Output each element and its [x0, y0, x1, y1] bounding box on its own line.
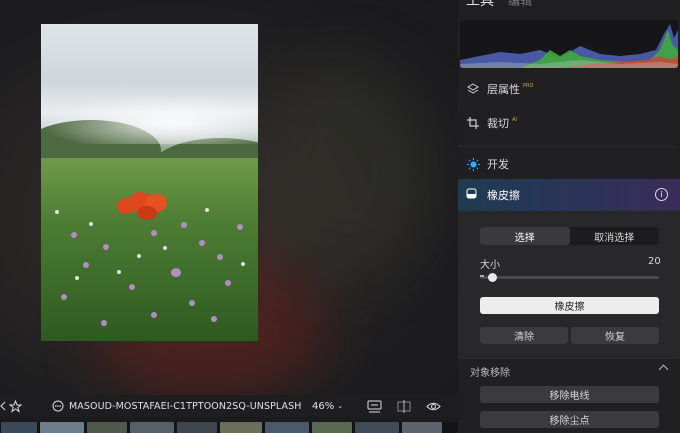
divider: [458, 146, 676, 147]
filmstrip-thumbnail[interactable]: [265, 422, 309, 433]
filmstrip-thumbnail[interactable]: [130, 422, 174, 433]
eye-icon[interactable]: [426, 395, 441, 417]
info-icon[interactable]: i: [655, 188, 668, 201]
histogram: [460, 20, 678, 68]
remove-dust-button[interactable]: 移除尘点: [480, 411, 659, 428]
filmstrip-thumbnail[interactable]: [1, 422, 37, 433]
selection-mode-toggle: 选择 取消选择: [480, 227, 659, 245]
slider-handle[interactable]: [488, 273, 498, 282]
zoom-level[interactable]: 46% ⌄: [312, 395, 343, 417]
filmstrip-thumbnail[interactable]: [220, 422, 262, 433]
restore-button[interactable]: 恢复: [571, 327, 659, 344]
histogram-chart: [460, 24, 678, 68]
clear-button[interactable]: 清除: [480, 327, 568, 344]
compare-icon[interactable]: [367, 395, 382, 417]
panel-heading: 工具 编辑: [466, 0, 676, 9]
info-dots-icon[interactable]: [52, 395, 64, 417]
pro-badge: PRO: [523, 83, 534, 89]
object-removal-title: 对象移除: [470, 368, 510, 379]
eraser-section-header[interactable]: 橡皮擦 i: [458, 179, 680, 211]
remove-wires-button[interactable]: 移除电线: [480, 386, 659, 403]
menu-item-crop[interactable]: 裁切 AI: [458, 107, 680, 139]
eraser-title: 橡皮擦: [487, 189, 520, 202]
filmstrip-thumbnail[interactable]: [312, 422, 352, 433]
divider: [458, 358, 676, 359]
panel-title: 工具: [466, 0, 494, 9]
menu-item-develop[interactable]: 开发: [458, 148, 680, 180]
layers-icon: [466, 82, 480, 96]
background-blur: [260, 60, 430, 280]
filmstrip: [0, 422, 458, 433]
size-value: 20: [648, 256, 661, 267]
panel-subtitle: 编辑: [508, 0, 533, 8]
split-view-icon[interactable]: [397, 395, 411, 417]
chevron-down-icon: ⌄: [337, 402, 344, 410]
filmstrip-thumbnail[interactable]: [402, 422, 442, 433]
menu-item-label: 层属性: [487, 83, 520, 96]
size-label: 大小: [480, 260, 500, 271]
star-icon[interactable]: [9, 395, 22, 417]
slider-min-marker: [480, 275, 484, 277]
eraser-icon: [466, 188, 480, 202]
bottom-toolbar: MASOUD-MOSTAFAEI-C1TPTOON2SQ-UNSPLASH 46…: [0, 395, 458, 417]
tab-deselect[interactable]: 取消选择: [570, 227, 660, 245]
zoom-value: 46%: [312, 400, 335, 412]
menu-item-layer-properties[interactable]: 层属性 PRO: [458, 73, 680, 105]
filmstrip-thumbnail[interactable]: [87, 422, 127, 433]
photo-canvas[interactable]: [41, 24, 258, 341]
file-name[interactable]: MASOUD-MOSTAFAEI-C1TPTOON2SQ-UNSPLASH: [69, 395, 302, 417]
filmstrip-thumbnail[interactable]: [40, 422, 84, 433]
filmstrip-thumbnail[interactable]: [177, 422, 217, 433]
size-slider[interactable]: [480, 273, 659, 282]
menu-item-label: 裁切: [487, 117, 509, 130]
eraser-button[interactable]: 橡皮擦: [480, 297, 659, 314]
crop-icon: [466, 116, 480, 130]
sun-icon: [466, 157, 480, 171]
ai-badge: AI: [512, 117, 517, 123]
left-arrow-icon[interactable]: [0, 395, 6, 417]
filmstrip-thumbnail[interactable]: [355, 422, 399, 433]
tab-select[interactable]: 选择: [480, 227, 570, 245]
menu-item-label: 开发: [487, 158, 509, 171]
image-viewer[interactable]: [0, 0, 458, 395]
